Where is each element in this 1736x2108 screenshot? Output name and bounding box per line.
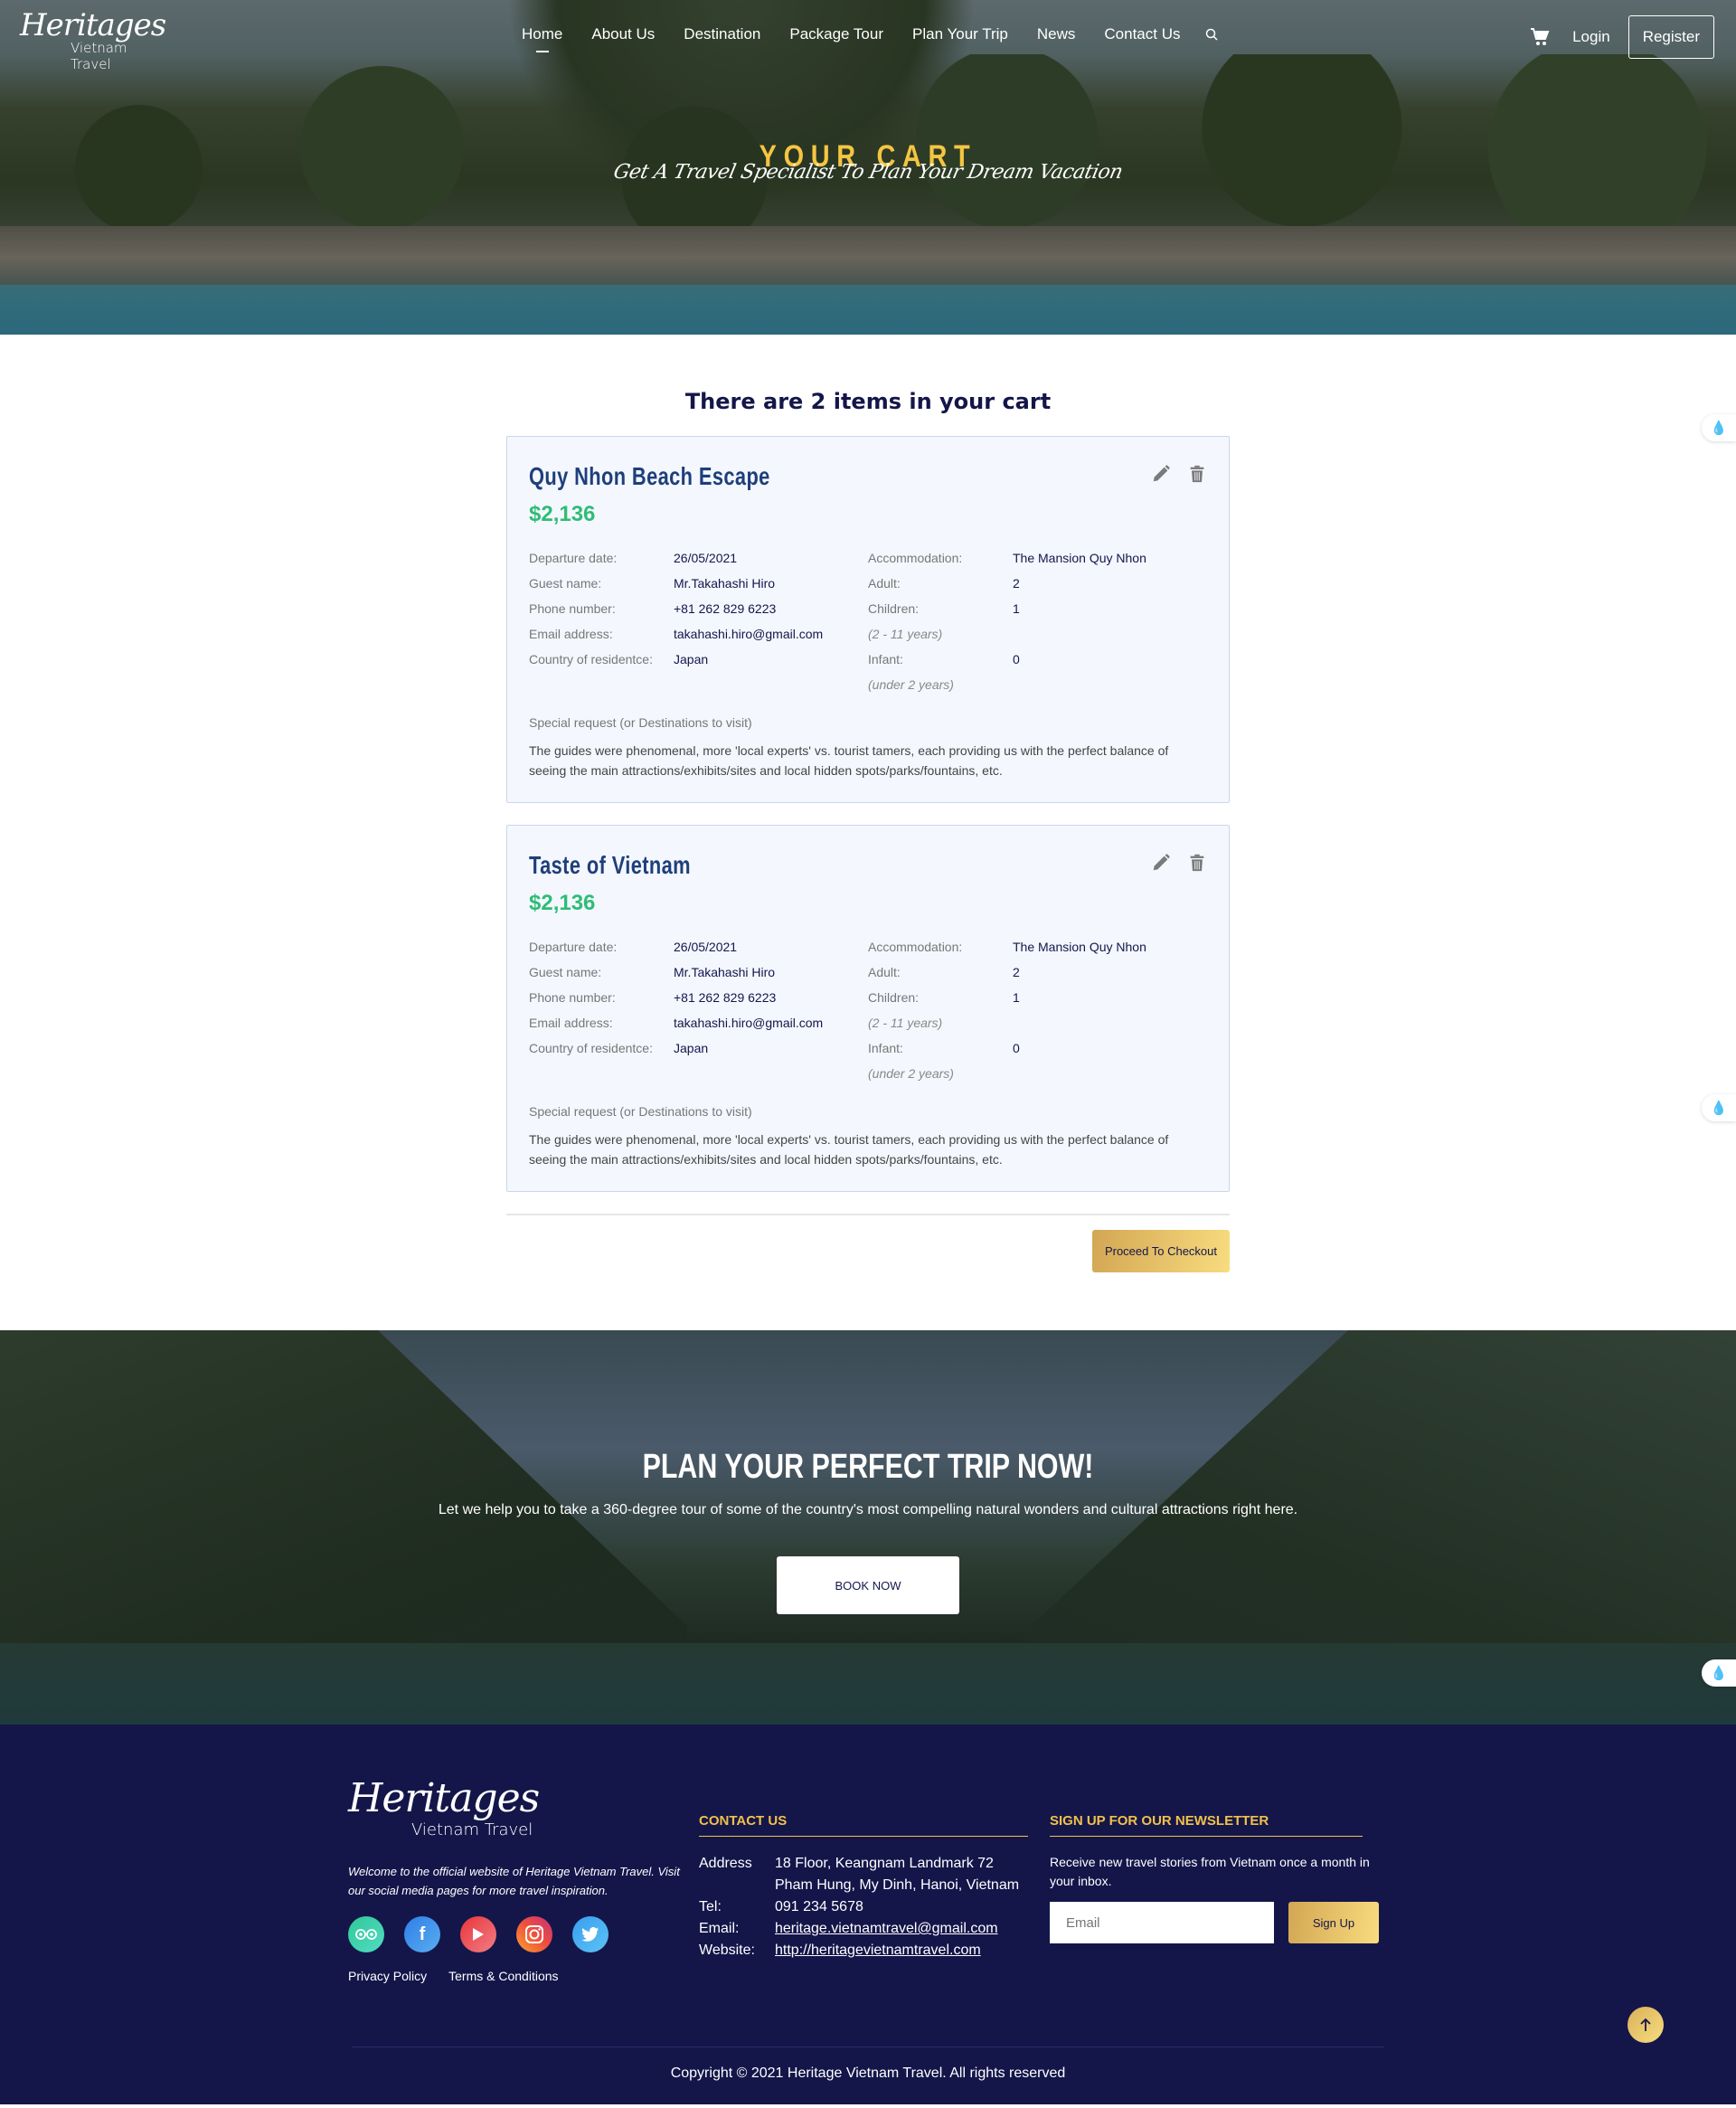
social-links: f <box>348 1916 699 1952</box>
special-request-label: Special request (or Destinations to visi… <box>529 1104 752 1119</box>
site-logo[interactable]: Heritages Vietnam Travel <box>20 7 166 72</box>
cart-list: Quy Nhon Beach Escape $2,136 Departure d… <box>506 436 1230 1192</box>
tripadvisor-icon[interactable] <box>348 1916 384 1952</box>
arrow-up-icon <box>1640 2018 1651 2031</box>
detail-accommodation: Accommodation: The Mansion Quy Nhon <box>868 551 1146 565</box>
instagram-icon[interactable] <box>516 1916 552 1952</box>
cart-item-card: Quy Nhon Beach Escape $2,136 Departure d… <box>506 436 1230 803</box>
twitter-icon[interactable] <box>572 1916 609 1952</box>
special-request-text: The guides were phenomenal, more 'local … <box>529 743 1169 778</box>
detail-adult: Adult: 2 <box>868 965 1020 979</box>
main-nav: Home About Us Destination Package Tour P… <box>522 25 1219 43</box>
edit-pencil-icon[interactable] <box>1151 853 1171 877</box>
nav-package-tour[interactable]: Package Tour <box>789 25 883 43</box>
tour-price: $2,136 <box>529 891 596 915</box>
search-icon[interactable] <box>1205 28 1219 43</box>
detail-departure: Departure date: 26/05/2021 <box>529 551 738 565</box>
detail-email: Email address: takahashi.hiro@gmail.com <box>529 1016 824 1030</box>
hero-subtitle: Get A Travel Specialist To Plan Your Dre… <box>611 161 1125 184</box>
nav-news[interactable]: News <box>1037 25 1076 43</box>
footer-logo: Heritages Vietnam Travel <box>348 1775 540 1839</box>
detail-phone: Phone number: +81 262 829 6223 <box>529 601 777 616</box>
book-now-button[interactable]: BOOK NOW <box>777 1556 959 1614</box>
booking-details: Departure date: 26/05/2021 Guest name: Mr.… <box>529 545 1207 697</box>
special-request-text: The guides were phenomenal, more 'local … <box>529 1132 1169 1167</box>
top-navbar: Heritages Vietnam Travel Home About Us D… <box>0 0 1736 74</box>
detail-country: Country of residentce: Japan <box>529 1041 709 1055</box>
facebook-icon[interactable]: f <box>404 1916 440 1952</box>
nav-contact-us[interactable]: Contact Us <box>1104 25 1180 43</box>
booking-details: Departure date: 26/05/2021 Guest name: Mr.… <box>529 934 1207 1086</box>
contact-info: Address 18 Floor, Keangnam Landmark 72 Ph… <box>699 1853 1050 1961</box>
contact-email-link[interactable]: heritage.vietnamtravel@gmail.com <box>775 1921 998 1936</box>
detail-infant: Infant: 0 <box>868 652 1020 666</box>
floating-widget-droplet-icon[interactable]: 💧 <box>1702 1094 1736 1121</box>
tour-title: Quy Nhon Beach Escape <box>529 462 770 490</box>
terms-conditions-link[interactable]: Terms & Conditions <box>448 1969 558 1983</box>
floating-widget-droplet-icon[interactable]: 💧 <box>1702 414 1736 441</box>
login-link[interactable]: Login <box>1572 28 1610 46</box>
shopping-cart-icon[interactable] <box>1529 26 1551 48</box>
back-to-top-button[interactable] <box>1628 2007 1664 2043</box>
hero-banner: Heritages Vietnam Travel Home About Us D… <box>0 0 1736 335</box>
detail-guest: Guest name: Mr.Takahashi Hiro <box>529 576 776 591</box>
detail-children: Children: 1 <box>868 601 1020 616</box>
contact-address-line1: 18 Floor, Keangnam Landmark 72 <box>775 1856 994 1871</box>
detail-adult: Adult: 2 <box>868 576 1020 591</box>
copyright: Copyright © 2021 Heritage Vietnam Travel… <box>352 2047 1384 2082</box>
detail-children-note: (2 - 11 years) <box>868 627 943 641</box>
detail-infant-note: (under 2 years) <box>868 1066 954 1081</box>
newsletter-email-input[interactable] <box>1050 1902 1274 1943</box>
delete-trash-icon[interactable] <box>1187 853 1207 877</box>
contact-tel: 091 234 5678 <box>775 1899 863 1914</box>
detail-children: Children: 1 <box>868 990 1020 1005</box>
detail-phone: Phone number: +81 262 829 6223 <box>529 990 777 1005</box>
floating-widget-droplet-icon[interactable]: 💧 <box>1702 1659 1736 1687</box>
contact-address-line2: Pham Hung, My Dinh, Hanoi, Vietnam <box>775 1877 1020 1893</box>
tour-title: Taste of Vietnam <box>529 851 691 879</box>
plan-trip-banner: PLAN YOUR PERFECT TRIP NOW! Let we help … <box>0 1330 1736 1725</box>
nav-destination[interactable]: Destination <box>684 25 760 43</box>
newsletter-heading: SIGN UP FOR OUR NEWSLETTER <box>1050 1781 1363 1837</box>
proceed-to-checkout-button[interactable]: Proceed To Checkout <box>1091 1230 1230 1272</box>
newsletter-form: Sign Up <box>1050 1902 1384 1943</box>
nav-home[interactable]: Home <box>522 25 562 43</box>
detail-email: Email address: takahashi.hiro@gmail.com <box>529 627 824 641</box>
footer: Heritages Vietnam Travel Welcome to the … <box>0 1725 1736 2104</box>
cart-section: There are 2 items in your cart Quy Nhon … <box>506 335 1230 1330</box>
cta-text: Let we help you to take a 360-degree tou… <box>438 1502 1298 1517</box>
cart-item-count: There are 2 items in your cart <box>684 389 1052 414</box>
detail-children-note: (2 - 11 years) <box>868 1016 943 1030</box>
detail-guest: Guest name: Mr.Takahashi Hiro <box>529 965 776 979</box>
register-button[interactable]: Register <box>1628 15 1714 59</box>
contact-website-link[interactable]: http://heritagevietnamtravel.com <box>775 1943 981 1958</box>
detail-country: Country of residentce: Japan <box>529 652 709 666</box>
cart-item-card: Taste of Vietnam $2,136 Departure date: 2… <box>506 825 1230 1192</box>
detail-infant: Infant: 0 <box>868 1041 1020 1055</box>
special-request-label: Special request (or Destinations to visi… <box>529 715 752 730</box>
tour-price: $2,136 <box>529 502 596 526</box>
logo-script: Heritages <box>20 7 166 43</box>
youtube-icon[interactable] <box>460 1916 496 1952</box>
nav-plan-your-trip[interactable]: Plan Your Trip <box>912 25 1008 43</box>
cta-title: PLAN YOUR PERFECT TRIP NOW! <box>642 1448 1094 1486</box>
logo-subtitle: Vietnam Travel <box>71 40 127 72</box>
detail-accommodation: Accommodation: The Mansion Quy Nhon <box>868 940 1146 954</box>
delete-trash-icon[interactable] <box>1187 464 1207 488</box>
footer-welcome: Welcome to the official website of Herit… <box>348 1865 680 1897</box>
nav-account: Login Register <box>1529 15 1714 59</box>
sign-up-button[interactable]: Sign Up <box>1288 1902 1379 1943</box>
cart-divider <box>506 1214 1230 1215</box>
nav-about-us[interactable]: About Us <box>591 25 655 43</box>
detail-infant-note: (under 2 years) <box>868 677 954 692</box>
privacy-policy-link[interactable]: Privacy Policy <box>348 1969 427 1983</box>
detail-departure: Departure date: 26/05/2021 <box>529 940 738 954</box>
contact-heading: CONTACT US <box>699 1781 1028 1837</box>
newsletter-text: Receive new travel stories from Vietnam … <box>1050 1855 1370 1888</box>
edit-pencil-icon[interactable] <box>1151 464 1171 488</box>
